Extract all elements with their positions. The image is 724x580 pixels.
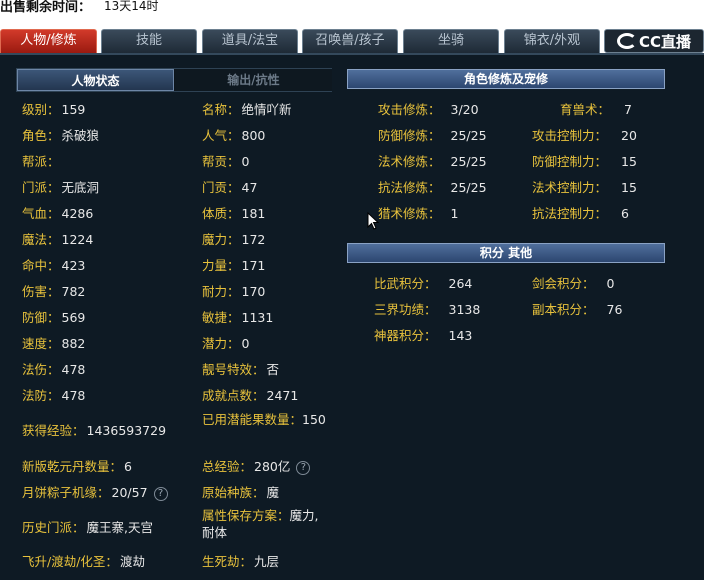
points-sword-meet: 剑会积分： 0	[532, 276, 615, 291]
points-arena: 比武积分： 264	[374, 276, 473, 291]
stat-guild: 帮派：	[22, 154, 60, 169]
stat-popularity: 人气： 800	[202, 128, 266, 143]
cc-live-logo: CC直播	[604, 29, 704, 53]
stat-achievement-points: 成就点数： 2471	[202, 388, 299, 403]
cult-spell-resist: 抗法修炼： 25/25	[378, 180, 487, 195]
cult-attack-control: 攻击控制力： 20	[532, 128, 637, 143]
stat-mp: 魔法： 1224	[22, 232, 94, 247]
subtab-output-resistance[interactable]: 输出/抗性	[175, 69, 332, 91]
help-icon[interactable]: ?	[296, 460, 311, 475]
cultivation-section-header: 角色修炼及宠修	[347, 69, 665, 89]
stat-ascension: 飞升/渡劫/化圣： 渡劫	[22, 554, 145, 569]
stat-damage: 伤害： 782	[22, 284, 86, 299]
cult-spell-resist-control: 抗法控制力： 6	[532, 206, 629, 221]
stat-life-death-tribulation: 生死劫： 九层	[202, 554, 280, 569]
status-subtabs: 人物状态 输出/抗性	[16, 68, 332, 92]
stat-original-race: 原始种族：魔	[202, 485, 280, 500]
stat-defense: 防御： 569	[22, 310, 86, 325]
stat-used-potential-fruit: 已用潜能果数量：150	[202, 412, 326, 427]
stat-history-sect: 历史门派： 魔王寨,天宫	[22, 520, 153, 535]
stat-endurance: 耐力： 170	[202, 284, 266, 299]
sale-time-value: 13天14时	[104, 0, 159, 13]
stat-hit: 命中： 423	[22, 258, 86, 273]
stat-constitution: 体质： 181	[202, 206, 266, 221]
cult-beast-taming: 育兽术： 7	[560, 102, 632, 117]
cult-spell-control: 法术控制力： 15	[532, 180, 637, 195]
stat-sect: 门派： 无底洞	[22, 180, 100, 195]
stat-experience-gained: 获得经验： 1436593729	[22, 423, 167, 438]
tab-character-cultivation[interactable]: 人物/修炼	[0, 29, 97, 53]
cult-defense-control: 防御控制力： 15	[532, 154, 637, 169]
stat-magic-defense: 法防： 478	[22, 388, 86, 403]
character-panel: 人物状态 输出/抗性 级别： 159 角色： 杀破狼 帮派： 门派： 无底洞 气血： 4…	[0, 53, 704, 580]
stat-qianyuandan-count: 新版乾元丹数量： 6	[22, 459, 132, 474]
stat-agility: 敏捷： 1131	[202, 310, 274, 325]
stat-special-number-effect: 靓号特效：否	[202, 362, 280, 377]
points-artifact: 神器积分： 143	[374, 328, 473, 343]
stat-total-experience: 总经验： 280亿?	[202, 456, 311, 475]
stat-level: 级别： 159	[22, 102, 86, 117]
stat-strength: 力量： 171	[202, 258, 266, 273]
sale-time-label: 出售剩余时间：	[0, 0, 92, 15]
points-three-realms: 三界功绩： 3138	[374, 302, 481, 317]
tab-items-treasures[interactable]: 道具/法宝	[202, 29, 298, 53]
stat-role: 角色： 杀破狼	[22, 128, 100, 143]
help-icon[interactable]: ?	[153, 486, 168, 501]
stat-sect-contribution: 门贡： 47	[202, 180, 258, 195]
stat-potential: 潜力： 0	[202, 336, 250, 351]
subtab-character-status[interactable]: 人物状态	[17, 69, 174, 91]
points-section-header: 积分 其他	[347, 243, 665, 263]
cult-spell: 法术修炼： 25/25	[378, 154, 487, 169]
stat-guild-contribution: 帮贡： 0	[202, 154, 250, 169]
logo-text: CC直播	[638, 32, 692, 51]
tab-mounts[interactable]: 坐骑	[403, 29, 499, 53]
stat-magic-damage: 法伤： 478	[22, 362, 86, 377]
tab-summons-children[interactable]: 召唤兽/孩子	[302, 29, 398, 53]
stat-speed: 速度： 882	[22, 336, 86, 351]
stat-magic-power: 魔力： 172	[202, 232, 266, 247]
points-dungeon: 副本积分： 76	[532, 302, 623, 317]
cult-attack: 攻击修炼： 3/20	[378, 102, 479, 117]
cult-hunting: 猎术修炼： 1	[378, 206, 459, 221]
tab-skills[interactable]: 技能	[101, 29, 197, 53]
cult-defense: 防御修炼： 25/25	[378, 128, 487, 143]
stat-attribute-save-plan: 属性保存方案：魔力,耐体	[202, 508, 319, 540]
stat-mooncake-zongzi: 月饼粽子机缘： 20/57?	[22, 482, 168, 501]
stat-name: 名称： 绝情吖新	[202, 102, 292, 117]
mouse-cursor-icon	[367, 212, 379, 230]
tab-outfits-appearance[interactable]: 锦衣/外观	[504, 29, 600, 53]
stat-hp: 气血： 4286	[22, 206, 94, 221]
sale-time-bar: 出售剩余时间： 13天14时	[0, 0, 724, 22]
cc-logo-icon	[616, 33, 637, 49]
